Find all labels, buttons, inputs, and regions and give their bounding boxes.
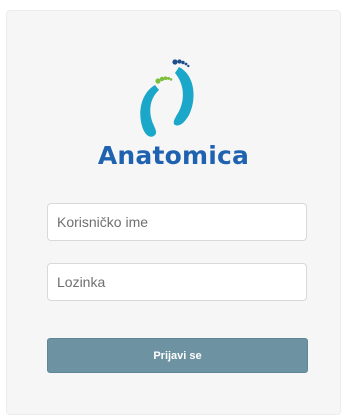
brand-name: Anatomica: [97, 141, 250, 170]
username-input[interactable]: [47, 203, 307, 241]
logo: Anatomica: [7, 53, 340, 183]
password-input[interactable]: [47, 263, 307, 301]
footprints-logo-icon: [140, 59, 194, 137]
login-card: Anatomica Prijavi se: [6, 10, 341, 415]
login-button[interactable]: Prijavi se: [47, 338, 308, 373]
